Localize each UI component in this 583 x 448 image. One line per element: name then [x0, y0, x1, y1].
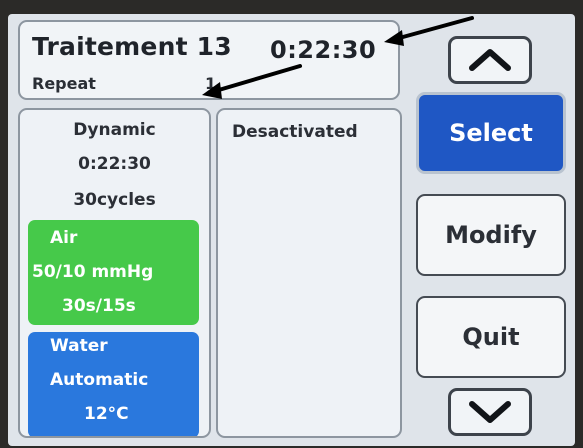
air-timing: 30s/15s	[62, 296, 136, 316]
program-duration: 0:22:30	[78, 154, 151, 174]
treatment-title: Traitement 13	[32, 32, 232, 61]
modify-button[interactable]: Modify	[416, 194, 566, 276]
scroll-down-button[interactable]	[448, 388, 532, 436]
treatment-header: Traitement 13 0:22:30 Repeat 1	[18, 20, 400, 100]
air-pressure: 50/10 mmHg	[32, 262, 154, 282]
water-settings: Water Automatic 12°C	[28, 332, 199, 436]
repeat-mode: Repeat	[32, 74, 96, 93]
water-mode: Automatic	[50, 370, 149, 390]
water-label: Water	[50, 336, 108, 356]
program-panel[interactable]: Dynamic 0:22:30 30cycles Air 50/10 mmHg …	[18, 108, 211, 438]
slot-status: Desactivated	[232, 122, 358, 142]
treatment-time: 0:22:30	[270, 36, 377, 64]
chevron-down-icon	[469, 401, 511, 423]
second-program-slot[interactable]: Desactivated	[216, 108, 402, 438]
program-type: Dynamic	[73, 120, 156, 140]
program-cycles: 30cycles	[73, 190, 156, 210]
water-temperature: 12°C	[84, 404, 129, 424]
repeat-count: 1	[205, 74, 217, 93]
scroll-up-button[interactable]	[448, 36, 532, 84]
air-settings: Air 50/10 mmHg 30s/15s	[28, 220, 199, 325]
select-button[interactable]: Select	[416, 92, 566, 174]
quit-button[interactable]: Quit	[416, 296, 566, 378]
chevron-up-icon	[469, 49, 511, 71]
air-label: Air	[50, 228, 78, 248]
